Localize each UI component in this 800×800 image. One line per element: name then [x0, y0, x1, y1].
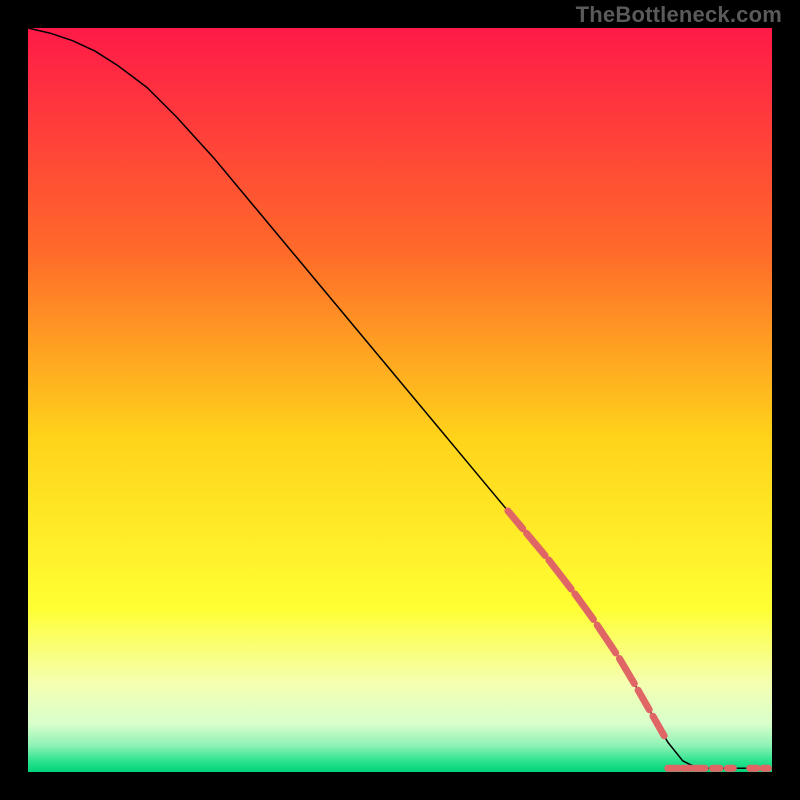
watermark-text: TheBottleneck.com: [576, 2, 782, 28]
chart-plot-area: [28, 28, 772, 772]
chart-background: [28, 28, 772, 772]
chart-stage: TheBottleneck.com: [0, 0, 800, 800]
chart-svg: [28, 28, 772, 772]
